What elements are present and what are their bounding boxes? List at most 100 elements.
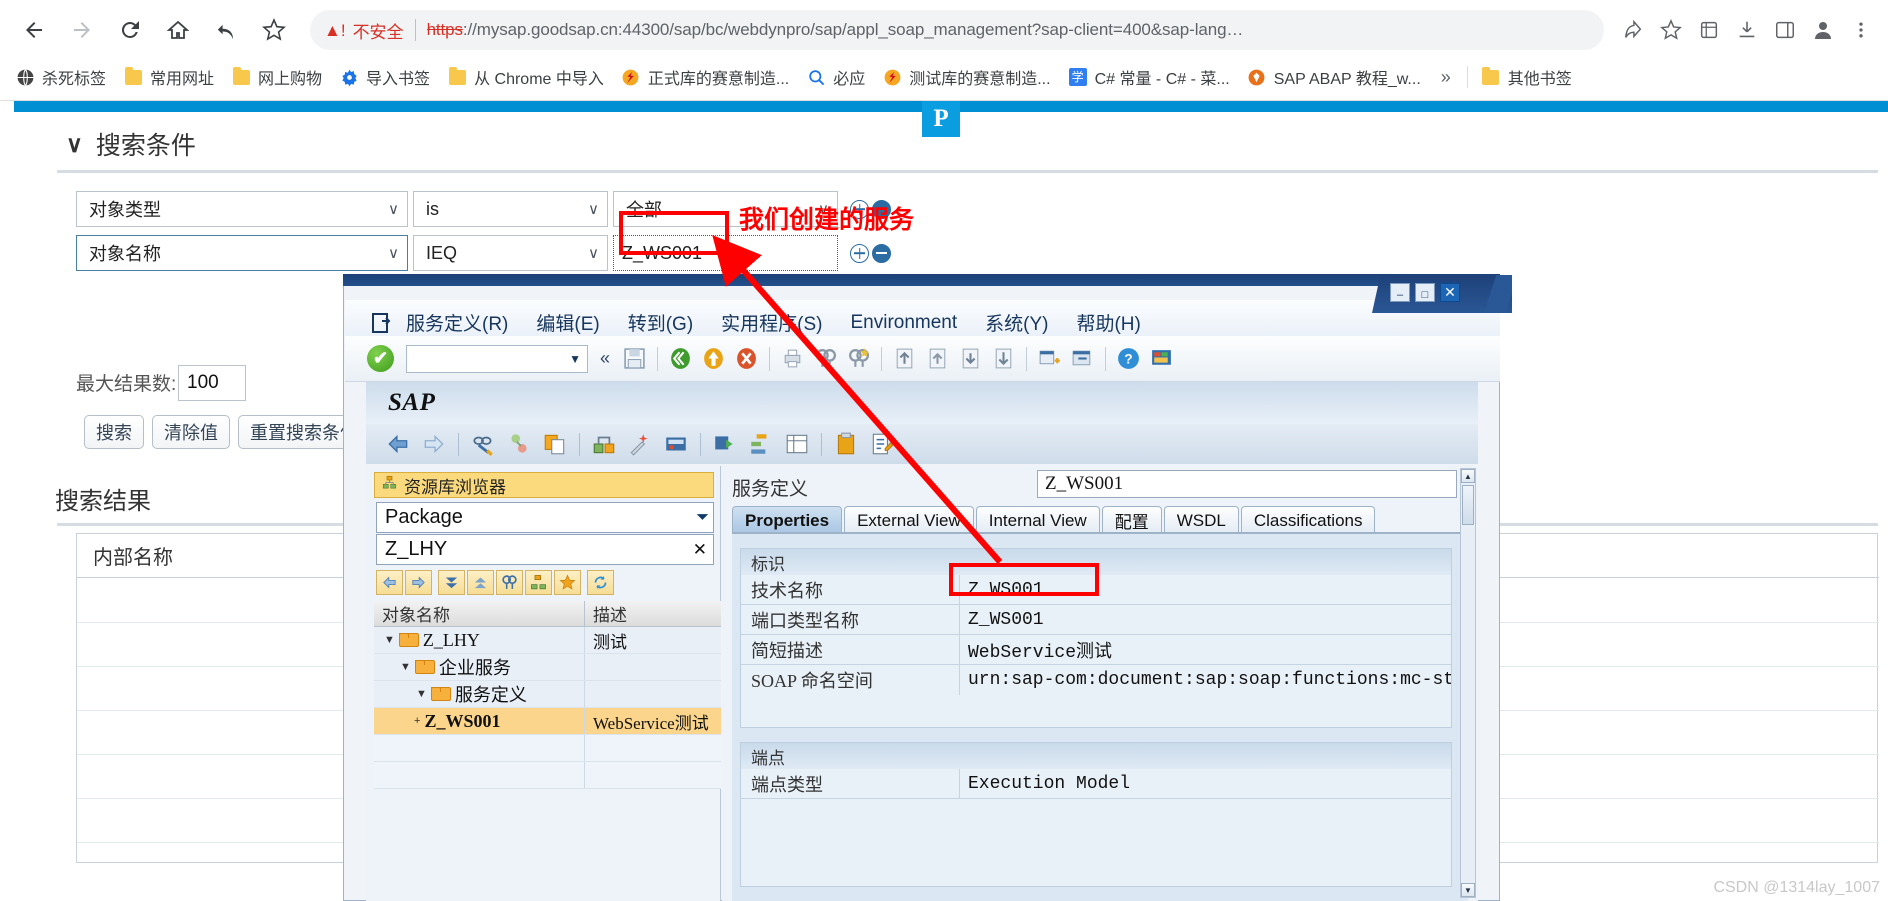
- bookmarks-overflow-button[interactable]: »: [1431, 67, 1461, 88]
- layout-icon[interactable]: [1149, 346, 1174, 371]
- property-value[interactable]: Execution Model: [959, 769, 1451, 798]
- menu-goto[interactable]: 转到(G): [628, 309, 693, 336]
- print-icon[interactable]: [780, 346, 805, 371]
- property-value[interactable]: WebService测试: [959, 635, 1451, 664]
- expand-toggle-icon[interactable]: +: [414, 715, 420, 727]
- star-icon[interactable]: [253, 9, 295, 51]
- note-icon[interactable]: [869, 431, 895, 457]
- menu-help[interactable]: 帮助(H): [1076, 309, 1140, 336]
- reload-button[interactable]: [109, 9, 151, 51]
- chevron-down-icon[interactable]: ∨: [66, 131, 83, 158]
- other-object-icon[interactable]: [591, 431, 617, 457]
- tab-properties[interactable]: Properties: [732, 506, 843, 534]
- back-arrow-icon[interactable]: [385, 431, 411, 457]
- maximize-button[interactable]: □: [1415, 283, 1435, 302]
- expand-all-icon[interactable]: [438, 570, 465, 595]
- create-session-icon[interactable]: [1037, 346, 1062, 371]
- property-value[interactable]: urn:sap-com:document:sap:soap:functions:…: [959, 665, 1451, 695]
- undo-icon[interactable]: [205, 9, 247, 51]
- bookmark-item-4[interactable]: 从 Chrome 中导入: [440, 60, 611, 94]
- activate-icon[interactable]: [712, 431, 738, 457]
- object-type-select[interactable]: Package ⏷: [376, 502, 714, 533]
- clear-values-button[interactable]: 清除值: [152, 415, 230, 449]
- sidepanel-icon[interactable]: [1768, 13, 1802, 47]
- favorites-icon[interactable]: [554, 570, 581, 595]
- chevron-down-icon[interactable]: ⏷: [696, 509, 709, 527]
- menu-system[interactable]: 系统(Y): [985, 309, 1048, 336]
- find-icon[interactable]: [813, 346, 838, 371]
- clipboard-icon[interactable]: [833, 431, 859, 457]
- minimize-button[interactable]: –: [1390, 283, 1410, 302]
- back-button[interactable]: [13, 9, 55, 51]
- tab-wsdl[interactable]: WSDL: [1163, 506, 1239, 534]
- service-definition-value[interactable]: Z_WS001: [1037, 470, 1457, 498]
- bookmark-item-3[interactable]: 导入书签: [332, 60, 437, 94]
- search-button[interactable]: 搜索: [84, 415, 144, 449]
- scroll-down-icon[interactable]: ▼: [1461, 883, 1475, 897]
- tree-item-service-definitions[interactable]: ▼ 服务定义: [374, 681, 721, 708]
- tree-item-z-ws001[interactable]: + Z_WS001 WebService测试: [374, 708, 721, 735]
- find-icon[interactable]: [496, 570, 523, 595]
- browser-menu-icon[interactable]: [1844, 13, 1878, 47]
- wizard-icon[interactable]: [627, 431, 653, 457]
- forward-button[interactable]: [61, 9, 103, 51]
- tab-configuration[interactable]: 配置: [1101, 506, 1162, 534]
- menu-utilities[interactable]: 实用程序(S): [721, 309, 822, 336]
- tree-item-z-lhy[interactable]: ▼ Z_LHY 测试: [374, 627, 721, 654]
- last-page-icon[interactable]: [991, 346, 1016, 371]
- menu-service-definition[interactable]: 服务定义(R): [406, 309, 508, 336]
- scrollbar-thumb[interactable]: [1462, 485, 1474, 525]
- home-button[interactable]: [157, 9, 199, 51]
- save-icon[interactable]: [622, 346, 647, 371]
- copy-icon[interactable]: [542, 431, 568, 457]
- where-used-icon[interactable]: [506, 431, 532, 457]
- share-icon[interactable]: [1616, 13, 1650, 47]
- add-criteria-icon[interactable]: [850, 243, 869, 263]
- package-input[interactable]: Z_LHY ✕: [376, 534, 714, 565]
- refresh-icon[interactable]: [587, 570, 614, 595]
- forward-icon[interactable]: [405, 570, 432, 595]
- criteria-field-select-1[interactable]: 对象名称 ∨: [76, 235, 408, 271]
- address-bar[interactable]: ▲! 不安全 https://mysap.goodsap.cn:44300/sa…: [310, 10, 1604, 50]
- max-results-input[interactable]: 100: [178, 365, 246, 401]
- help-icon[interactable]: ?: [1116, 346, 1141, 371]
- other-bookmarks-button[interactable]: 其他书签: [1474, 60, 1579, 94]
- pdf-badge-icon[interactable]: P: [922, 101, 960, 137]
- expand-toggle-icon[interactable]: ▼: [384, 634, 395, 646]
- back-icon[interactable]: [668, 346, 693, 371]
- detail-vertical-scrollbar[interactable]: ▲ ▼: [1460, 468, 1476, 898]
- bookmark-item-1[interactable]: 常用网址: [116, 60, 221, 94]
- profile-icon[interactable]: [1806, 13, 1840, 47]
- tab-classifications[interactable]: Classifications: [1240, 506, 1376, 534]
- tab-internal-view[interactable]: Internal View: [975, 506, 1100, 534]
- find-next-icon[interactable]: [846, 346, 871, 371]
- bookmark-star-icon[interactable]: [1654, 13, 1688, 47]
- bookmark-item-0[interactable]: 杀死标签: [8, 60, 113, 94]
- next-page-icon[interactable]: [958, 346, 983, 371]
- menu-environment[interactable]: Environment: [850, 312, 957, 334]
- extensions-icon[interactable]: [1692, 13, 1726, 47]
- hierarchy-icon[interactable]: [525, 570, 552, 595]
- expand-toggle-icon[interactable]: ▼: [416, 688, 427, 700]
- property-value[interactable]: Z_WS001: [959, 605, 1451, 634]
- close-button[interactable]: ✕: [1440, 283, 1460, 302]
- criteria-operator-select-0[interactable]: is ∨: [413, 191, 608, 227]
- first-page-icon[interactable]: [892, 346, 917, 371]
- display-change-icon[interactable]: [470, 431, 496, 457]
- bookmark-item-5[interactable]: 正式库的赛意制造...: [614, 60, 796, 94]
- tab-external-view[interactable]: External View: [844, 506, 974, 534]
- list-icon[interactable]: [784, 431, 810, 457]
- forward-arrow-icon[interactable]: [421, 431, 447, 457]
- bookmark-item-9[interactable]: SAP ABAP 教程_w...: [1240, 60, 1428, 94]
- x-icon[interactable]: ✕: [693, 540, 707, 560]
- download-icon[interactable]: [1730, 13, 1764, 47]
- enter-icon[interactable]: ✔: [367, 345, 394, 372]
- scroll-up-icon[interactable]: ▲: [1461, 469, 1475, 483]
- tree-item-enterprise-services[interactable]: ▼ 企业服务: [374, 654, 721, 681]
- cancel-icon[interactable]: [734, 346, 759, 371]
- hierarchy-icon[interactable]: [748, 431, 774, 457]
- back-icon[interactable]: [376, 570, 403, 595]
- expand-toggle-icon[interactable]: ▼: [400, 661, 411, 673]
- create-shortcut-icon[interactable]: [1070, 346, 1095, 371]
- bookmark-item-6[interactable]: 必应: [799, 60, 872, 94]
